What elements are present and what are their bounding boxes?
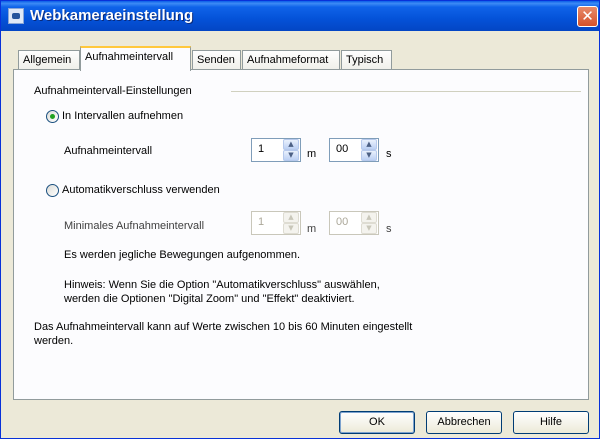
title-bar[interactable]: Webkameraeinstellung ✕ xyxy=(1,1,599,31)
auto-hint-line1: Hinweis: Wenn Sie die Option "Automatikv… xyxy=(64,279,380,291)
spin-up-icon[interactable]: ▲ xyxy=(283,212,299,223)
interval-seconds-unit: s xyxy=(386,148,392,160)
interval-seconds-spinner[interactable]: ▲ ▼ xyxy=(361,139,377,161)
radio-auto-shutter[interactable] xyxy=(46,184,59,197)
radio-auto-shutter-label[interactable]: Automatikverschluss verwenden xyxy=(62,184,220,196)
radio-interval[interactable] xyxy=(46,110,59,123)
auto-hint-line2: werden die Optionen "Digital Zoom" und "… xyxy=(64,293,355,305)
spin-down-icon[interactable]: ▼ xyxy=(283,150,299,161)
spin-down-icon[interactable]: ▼ xyxy=(361,223,377,234)
dialog-window: Webkameraeinstellung ✕ Allgemein Aufnahm… xyxy=(0,0,600,439)
footer-note-line1: Das Aufnahmeintervall kann auf Werte zwi… xyxy=(34,321,413,333)
spin-down-icon[interactable]: ▼ xyxy=(283,223,299,234)
group-title: Aufnahmeintervall-Einstellungen xyxy=(34,85,192,97)
tab-aufnahmeformat[interactable]: Aufnahmeformat xyxy=(242,50,340,69)
interval-minutes-spinner[interactable]: ▲ ▼ xyxy=(283,139,299,161)
spin-up-icon[interactable]: ▲ xyxy=(283,139,299,150)
radio-interval-label[interactable]: In Intervallen aufnehmen xyxy=(62,110,183,122)
cancel-button[interactable]: Abbrechen xyxy=(426,411,502,434)
min-interval-minutes-spinner[interactable]: ▲ ▼ xyxy=(283,212,299,234)
tab-senden[interactable]: Senden xyxy=(192,50,241,69)
min-interval-minutes-unit: m xyxy=(307,223,317,235)
close-button[interactable]: ✕ xyxy=(577,6,598,27)
interval-minutes-unit: m xyxy=(307,148,317,160)
help-button[interactable]: Hilfe xyxy=(513,411,589,434)
auto-description: Es werden jegliche Bewegungen aufgenomme… xyxy=(64,249,301,261)
window-title: Webkameraeinstellung xyxy=(30,7,194,24)
spin-down-icon[interactable]: ▼ xyxy=(361,150,377,161)
ok-button[interactable]: OK xyxy=(339,411,415,434)
spin-up-icon[interactable]: ▲ xyxy=(361,139,377,150)
min-interval-field-label: Minimales Aufnahmeintervall xyxy=(64,220,205,232)
tab-allgemein[interactable]: Allgemein xyxy=(18,50,80,69)
tab-typisch[interactable]: Typisch xyxy=(341,50,392,69)
min-interval-seconds-spinner[interactable]: ▲ ▼ xyxy=(361,212,377,234)
spin-up-icon[interactable]: ▲ xyxy=(361,212,377,223)
interval-field-label: Aufnahmeintervall xyxy=(64,145,153,157)
tab-aufnahmeintervall[interactable]: Aufnahmeintervall xyxy=(80,46,191,71)
footer-note-line2: werden. xyxy=(34,335,74,347)
min-interval-seconds-unit: s xyxy=(386,223,392,235)
webcam-app-icon xyxy=(8,8,24,24)
group-divider xyxy=(231,91,581,92)
